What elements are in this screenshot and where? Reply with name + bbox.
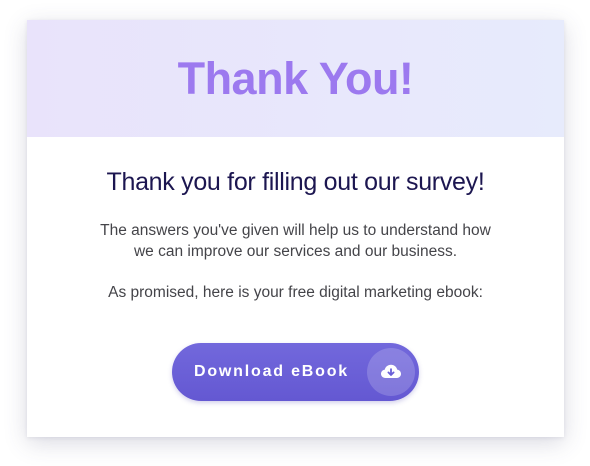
survey-message-line-1: The answers you've given will help us to… (100, 222, 491, 239)
page-title: Thank You! (177, 53, 414, 104)
download-ebook-label: Download eBook (194, 363, 349, 380)
ebook-offer-text: As promised, here is your free digital m… (108, 284, 483, 301)
thank-you-card: Thank You! Thank you for filling out our… (27, 20, 564, 437)
survey-heading: Thank you for filling out our survey! (106, 168, 485, 196)
card-header: Thank You! (27, 20, 564, 137)
cloud-download-icon (367, 348, 415, 396)
download-ebook-button[interactable]: Download eBook (172, 343, 419, 401)
survey-message: The answers you've given will help us to… (27, 220, 564, 262)
survey-message-line-2: we can improve our services and our busi… (133, 243, 458, 260)
